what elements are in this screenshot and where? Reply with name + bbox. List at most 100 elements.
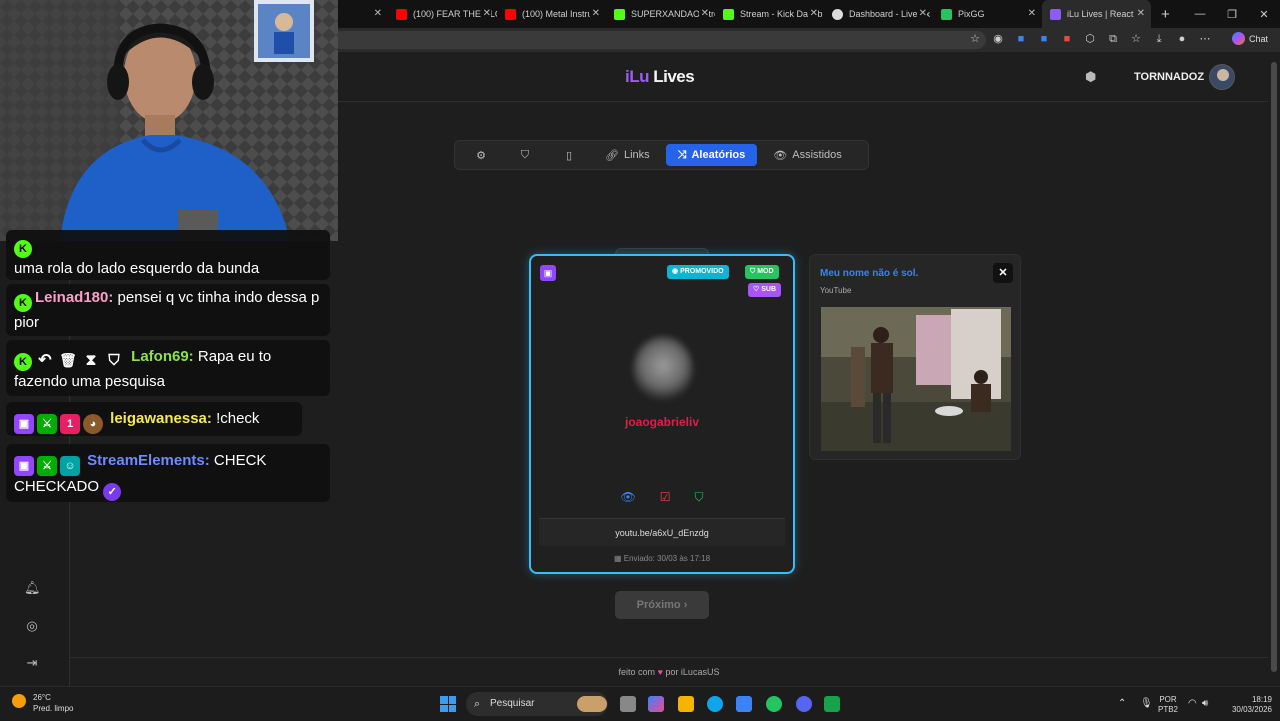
weather-sun-icon <box>12 694 26 708</box>
kick-badge-icon: K <box>14 240 32 258</box>
close-window-button[interactable]: ✕ <box>1248 8 1280 21</box>
extension-icon[interactable]: ■ <box>1060 32 1074 46</box>
youtube-icon <box>396 8 407 20</box>
favorites-icon[interactable]: ☆ <box>1129 32 1143 46</box>
close-preview-button[interactable]: ✕ <box>993 263 1013 283</box>
mark-watched-eye-icon[interactable]: 👁︎ <box>620 490 635 505</box>
sender-name: joaogabrieliv <box>624 415 700 429</box>
new-tab-button[interactable]: + <box>1161 6 1170 23</box>
tab-links[interactable]: 🔗︎ Links <box>593 144 662 166</box>
windows-start-icon[interactable] <box>440 696 456 712</box>
browser-tab[interactable]: Stream - Kick Dashb ✕ <box>715 0 824 28</box>
chat-label: Chat <box>1248 33 1268 44</box>
tab-device[interactable]: ▯ <box>549 144 589 166</box>
link-icon: 🔗︎ <box>605 149 619 162</box>
browser-tab[interactable]: (100) Metal Instrum ✕ <box>497 0 606 28</box>
address-bar-row: ☆ ◉ ■ ■ ■ ⬡ ⧉ ☆ ⤓ ● ⋯ Chat <box>338 28 1280 52</box>
next-button[interactable]: Próximo › <box>615 591 709 619</box>
preview-title[interactable]: Meu nome não é sol. <box>820 268 918 279</box>
scrollbar-thumb[interactable] <box>1271 62 1277 672</box>
video-thumbnail[interactable] <box>821 307 1011 451</box>
browser-tab-active[interactable]: iLu Lives | React ✕ <box>1042 0 1151 28</box>
notification-bell-icon[interactable]: 🔔︎ <box>24 580 41 596</box>
chat-message: ▣ ⚔ ☺ StreamElements: CHECK CHECKADO ✓ <box>6 444 330 502</box>
task-view-icon[interactable] <box>620 696 636 712</box>
language-indicator[interactable]: POR PTB2 <box>1158 695 1178 715</box>
extension-icon[interactable]: ◉ <box>991 32 1005 46</box>
footer-text-pre: feito com <box>618 667 656 677</box>
browser-tab[interactable]: (100) FEAR THE CLO ✕ <box>388 0 497 28</box>
tab-settings[interactable]: ⚙ <box>461 144 501 166</box>
wifi-icon[interactable]: ◠ <box>1188 698 1197 709</box>
discord-icon[interactable] <box>796 696 812 712</box>
tab-random[interactable]: ⤨ Aleatórios <box>665 144 758 166</box>
tab-moderation[interactable]: ⛉ <box>505 144 545 166</box>
browser-tab[interactable]: ✕ <box>338 0 388 28</box>
close-tab-icon[interactable]: ✕ <box>589 8 600 19</box>
copilot-chat-button[interactable]: Chat <box>1231 32 1268 45</box>
menu-icon[interactable]: ⋯ <box>1198 32 1212 46</box>
tray-chevron-icon[interactable]: ⌃ <box>1118 698 1126 709</box>
page-scrollbar[interactable] <box>1268 52 1280 686</box>
shuffle-icon: ⤨ <box>677 148 687 161</box>
tab-links-label: Links <box>623 149 650 161</box>
gear-icon: ⚙ <box>476 149 486 162</box>
close-tab-icon[interactable]: ✕ <box>698 8 709 19</box>
clock-time: 18:19 <box>1251 695 1272 704</box>
widget-icon[interactable] <box>577 696 607 712</box>
logo-part-lives: Lives <box>653 67 695 86</box>
close-tab-icon[interactable]: ✕ <box>371 8 382 19</box>
support-icon[interactable]: ◎ <box>24 618 40 634</box>
file-explorer-icon[interactable] <box>678 696 694 712</box>
promoted-label: PROMOVIDO <box>680 268 724 275</box>
browser-tab[interactable]: SUPERXANDAO Stre ✕ <box>606 0 715 28</box>
cube-icon[interactable]: ⬢ <box>1085 69 1100 84</box>
close-tab-icon[interactable]: ✕ <box>1025 8 1036 19</box>
browser-tab[interactable]: Dashboard - LivePix ✕ <box>824 0 933 28</box>
extensions-icon[interactable]: ⬡ <box>1083 32 1097 46</box>
edge-icon[interactable] <box>707 696 723 712</box>
close-tab-icon[interactable]: ✕ <box>807 8 818 19</box>
username[interactable]: TORNNADOZ <box>1134 71 1204 83</box>
sub-label: SUB <box>761 286 777 293</box>
minimize-button[interactable]: — <box>1184 8 1216 20</box>
browser-tab[interactable]: PixGG ✕ <box>933 0 1042 28</box>
volume-icon[interactable]: 🔊︎ <box>1202 698 1208 709</box>
extension-icon[interactable]: ■ <box>1037 32 1051 46</box>
url-input[interactable] <box>338 31 986 49</box>
close-tab-icon[interactable]: ✕ <box>1134 8 1145 19</box>
download-icon[interactable]: ⤓ <box>1152 32 1166 46</box>
sword-badge-icon: ⚔ <box>37 414 57 434</box>
logout-icon[interactable]: ⇥ <box>24 655 40 671</box>
microphone-icon[interactable]: 🎙︎ <box>1140 698 1153 709</box>
moderate-shield-icon[interactable]: ⛉ <box>694 490 703 505</box>
link-url[interactable]: youtu.be/a6xU_dEnzdg <box>539 518 785 546</box>
avatar[interactable] <box>1209 64 1235 90</box>
close-tab-icon[interactable]: ✕ <box>480 8 491 19</box>
eye-icon: 👁︎ <box>773 149 788 162</box>
copilot-app-icon[interactable] <box>648 696 664 712</box>
clock-date: 30/03/2026 <box>1231 705 1272 714</box>
shield-icon: ⛉ <box>520 148 530 161</box>
video-preview: Meu nome não é sol. YouTube ✕ <box>809 254 1021 460</box>
split-screen-icon[interactable]: ⧉ <box>1106 32 1120 46</box>
weather-widget[interactable]: 26°C Pred. limpo <box>12 692 73 714</box>
kick-badge-icon: K <box>14 294 32 312</box>
verified-check-icon: ✓ <box>103 483 122 501</box>
favorite-star-icon[interactable]: ☆ <box>968 32 982 46</box>
emote-icon: ◕ <box>83 414 103 434</box>
profile-icon[interactable]: ● <box>1175 32 1189 46</box>
app-icon[interactable] <box>824 696 840 712</box>
webcam-image <box>0 0 338 241</box>
app-icon[interactable] <box>766 696 782 712</box>
app-logo[interactable]: iLu Lives <box>625 67 695 87</box>
photos-icon[interactable] <box>736 696 752 712</box>
youtube-icon <box>505 8 516 20</box>
extension-icon[interactable]: ■ <box>1014 32 1028 46</box>
tab-watched[interactable]: 👁︎ Assistidos <box>761 144 854 166</box>
close-tab-icon[interactable]: ✕ <box>916 8 927 19</box>
pixgg-icon <box>941 8 952 20</box>
check-box-icon[interactable]: ☑ <box>660 490 671 505</box>
clock[interactable]: 18:19 30/03/2026 <box>1218 695 1272 715</box>
maximize-button[interactable]: ❐ <box>1216 8 1248 21</box>
